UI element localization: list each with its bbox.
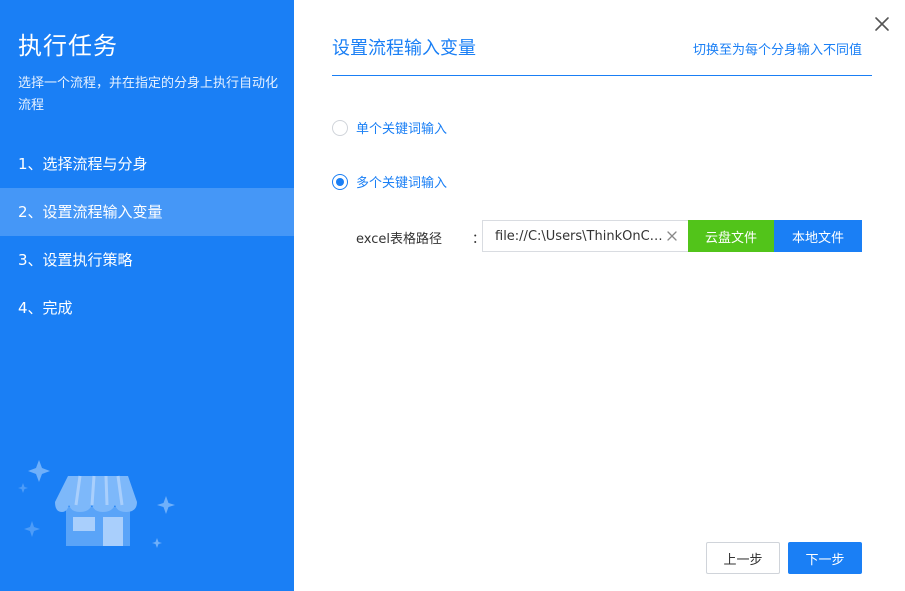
radio-single-keyword-label: 单个关键词输入 xyxy=(356,122,448,137)
execute-task-dialog: 执行任务 选择一个流程，并在指定的分身上执行自动化流程 1、选择流程与分身 2、… xyxy=(0,0,905,591)
page-title: 设置流程输入变量 xyxy=(332,38,476,59)
radio-multi-keyword[interactable]: 多个关键词输入 xyxy=(332,172,447,191)
switch-input-mode-link[interactable]: 切换至为每个分身输入不同值 xyxy=(693,39,862,58)
excel-path-input[interactable]: file://C:\Users\ThinkOnClo... xyxy=(482,220,688,252)
excel-path-value: file://C:\Users\ThinkOnClo... xyxy=(495,228,665,244)
title-divider xyxy=(332,75,872,76)
step-set-variables: 2、设置流程输入变量 xyxy=(0,188,294,236)
prev-step-button[interactable]: 上一步 xyxy=(706,542,780,574)
sidebar-title: 执行任务 xyxy=(18,32,118,60)
next-step-button[interactable]: 下一步 xyxy=(788,542,862,574)
excel-path-label: excel表格路径 xyxy=(356,232,442,247)
step-select-flow: 1、选择流程与分身 xyxy=(18,155,148,173)
clear-icon[interactable] xyxy=(665,229,679,243)
sidebar-description: 选择一个流程，并在指定的分身上执行自动化流程 xyxy=(18,76,279,113)
radio-checked-icon[interactable] xyxy=(332,173,348,190)
step-finish: 4、完成 xyxy=(18,299,73,317)
cloud-file-button[interactable]: 云盘文件 xyxy=(688,220,774,252)
step-set-strategy: 3、设置执行策略 xyxy=(18,251,133,269)
radio-multi-keyword-label: 多个关键词输入 xyxy=(356,176,448,191)
step-list: 1、选择流程与分身 2、设置流程输入变量 3、设置执行策略 4、完成 xyxy=(0,140,294,332)
sidebar: 执行任务 选择一个流程，并在指定的分身上执行自动化流程 1、选择流程与分身 2、… xyxy=(0,0,294,591)
radio-single-keyword[interactable]: 单个关键词输入 xyxy=(332,118,447,137)
store-illustration xyxy=(18,460,175,548)
radio-unchecked-icon[interactable] xyxy=(332,119,348,136)
local-file-button[interactable]: 本地文件 xyxy=(774,220,862,252)
close-icon[interactable] xyxy=(872,14,892,34)
